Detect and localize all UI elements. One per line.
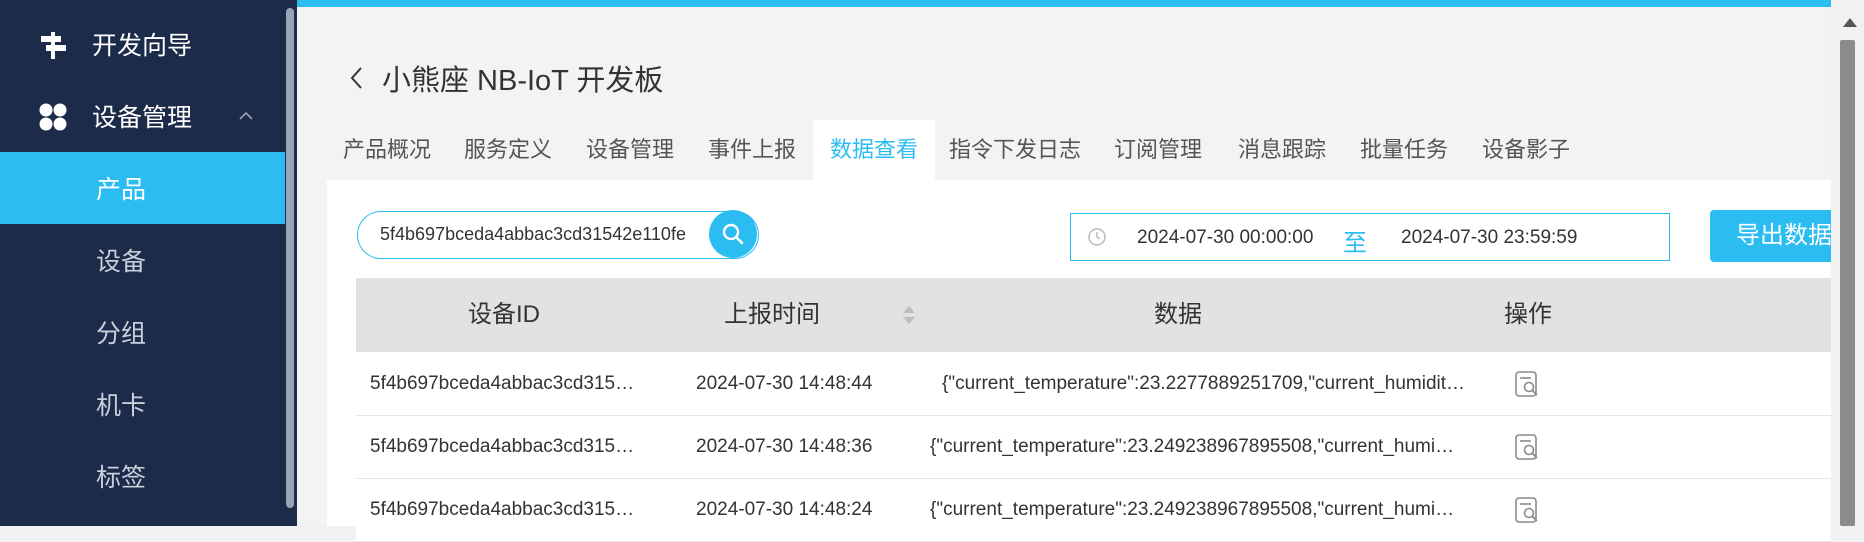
device-id-search-input[interactable]: 5f4b697bceda4abbac3cd31542e110fe: [357, 211, 759, 259]
search-button[interactable]: [709, 210, 757, 258]
tab-device-management[interactable]: 设备管理: [569, 120, 691, 180]
search-input-value: 5f4b697bceda4abbac3cd31542e110fe: [380, 224, 686, 244]
nav-device-management-label: 设备管理: [92, 104, 193, 132]
tab-message-trace[interactable]: 消息跟踪: [1221, 120, 1343, 180]
tab-product-overview[interactable]: 产品概况: [327, 120, 447, 180]
sidebar-item-device[interactable]: 设备: [0, 224, 285, 296]
table-row: 5f4b697bceda4abbac3cd315… 2024-07-30 14:…: [356, 479, 1831, 542]
sidebar-item-label: 标签: [96, 464, 147, 492]
sidebar-item-label: 设备: [96, 248, 147, 276]
tab-service-definition[interactable]: 服务定义: [447, 120, 569, 180]
column-header-data: 数据: [1154, 301, 1202, 328]
scroll-up-arrow-icon[interactable]: [1843, 18, 1857, 27]
end-date-input[interactable]: 2024-07-30 23:59:59: [1401, 227, 1577, 249]
chevron-up-icon[interactable]: [238, 108, 254, 124]
main-content: 小熊座 NB-IoT 开发板 产品概况 服务定义 设备管理 事件上报 数据查看 …: [297, 7, 1831, 542]
sidebar-item-label: 分组: [96, 320, 147, 348]
page-title: 小熊座 NB-IoT 开发板: [382, 65, 664, 97]
date-range-separator: 至: [1343, 230, 1367, 257]
nav-device-management[interactable]: 设备管理: [0, 80, 285, 152]
sidebar-item-sim-card[interactable]: 机卡: [0, 368, 285, 440]
cell-device-id: 5f4b697bceda4abbac3cd315…: [370, 499, 635, 520]
tab-data-view[interactable]: 数据查看: [813, 120, 935, 182]
chevron-left-icon[interactable]: [346, 64, 368, 92]
sidebar-scrollbar[interactable]: [286, 8, 294, 508]
sidebar: 开发向导 设备管理 产品 设备 分组 机卡 标签: [0, 0, 297, 526]
top-accent-bar: [297, 0, 1864, 7]
cell-device-id: 5f4b697bceda4abbac3cd315…: [370, 373, 635, 394]
cell-device-id: 5f4b697bceda4abbac3cd315…: [370, 436, 635, 457]
cell-report-time: 2024-07-30 14:48:44: [696, 373, 873, 394]
sidebar-item-label: 机卡: [96, 392, 147, 420]
nav-dev-guide[interactable]: 开发向导: [0, 8, 285, 80]
view-detail-icon[interactable]: [1512, 432, 1542, 462]
sidebar-item-label: 产品: [96, 176, 147, 204]
table-row: 5f4b697bceda4abbac3cd315… 2024-07-30 14:…: [356, 353, 1831, 416]
cell-data: {"current_temperature":23.24923896789550…: [930, 436, 1455, 457]
cell-data: {"current_temperature":23.2277889251709,…: [942, 373, 1466, 394]
cell-data: {"current_temperature":23.24923896789550…: [930, 499, 1455, 520]
export-data-button[interactable]: 导出数据: [1710, 210, 1831, 262]
start-date-input[interactable]: 2024-07-30 00:00:00: [1137, 227, 1313, 249]
scrollbar-thumb[interactable]: [1840, 40, 1855, 526]
nav-dev-guide-label: 开发向导: [92, 32, 193, 60]
cell-report-time: 2024-07-30 14:48:36: [696, 436, 873, 457]
column-header-device-id: 设备ID: [468, 301, 540, 328]
column-header-action: 操作: [1504, 301, 1552, 328]
sidebar-item-product[interactable]: 产品: [0, 152, 285, 224]
grid-icon: [39, 103, 67, 131]
view-detail-icon[interactable]: [1512, 495, 1542, 525]
table-header: 设备ID 上报时间 数据 操作: [356, 278, 1831, 352]
column-header-report-time[interactable]: 上报时间: [724, 278, 820, 352]
sort-icon[interactable]: [902, 302, 916, 328]
clock-icon: [1088, 228, 1106, 246]
signpost-icon: [41, 32, 66, 59]
table-row: 5f4b697bceda4abbac3cd315… 2024-07-30 14:…: [356, 416, 1831, 479]
date-range-picker[interactable]: 2024-07-30 00:00:00 至 2024-07-30 23:59:5…: [1070, 213, 1670, 261]
sidebar-item-group[interactable]: 分组: [0, 296, 285, 368]
page-header: 小熊座 NB-IoT 开发板: [346, 57, 663, 99]
search-icon: [722, 223, 744, 245]
tab-subscription[interactable]: 订阅管理: [1095, 120, 1221, 180]
page-scrollbar[interactable]: [1831, 0, 1864, 526]
tab-command-log[interactable]: 指令下发日志: [935, 120, 1095, 180]
tab-bar: 产品概况 服务定义 设备管理 事件上报 数据查看 指令下发日志 订阅管理 消息跟…: [327, 120, 1831, 182]
tab-event-report[interactable]: 事件上报: [691, 120, 813, 180]
view-detail-icon[interactable]: [1512, 369, 1542, 399]
cell-report-time: 2024-07-30 14:48:24: [696, 499, 873, 520]
tab-device-shadow[interactable]: 设备影子: [1465, 120, 1587, 180]
tab-batch-task[interactable]: 批量任务: [1343, 120, 1465, 180]
sidebar-item-tag[interactable]: 标签: [0, 440, 285, 512]
